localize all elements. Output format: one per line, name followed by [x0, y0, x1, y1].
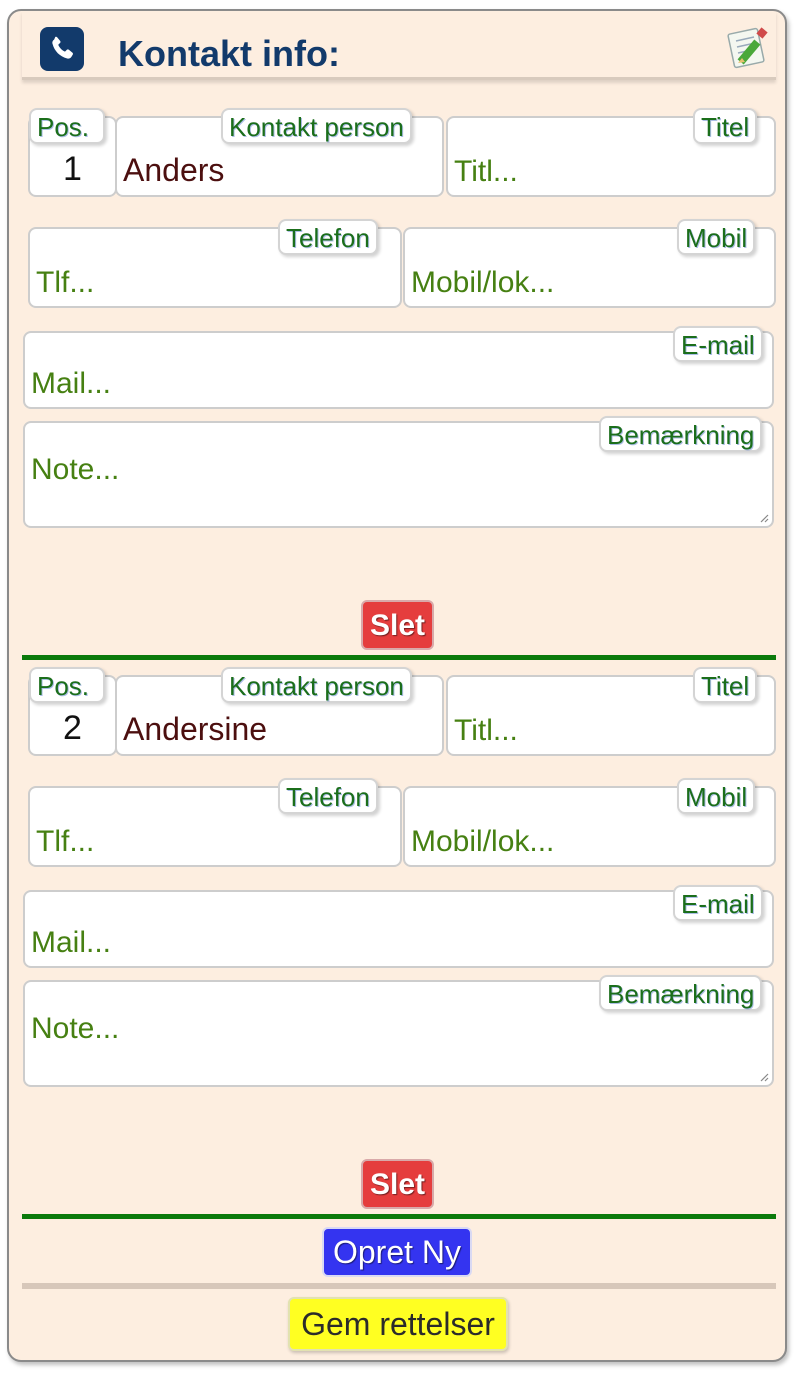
mobile-label: Mobil	[677, 778, 756, 814]
create-new-button[interactable]: Opret Ny	[322, 1227, 472, 1277]
note-placeholder: Note...	[31, 1012, 120, 1045]
phone-placeholder: Tlf...	[36, 825, 95, 858]
note-label: Bemærkning	[599, 975, 763, 1011]
mobile-placeholder: Mobil/lok...	[411, 266, 555, 299]
pos-value: 1	[63, 150, 82, 188]
pos-label: Pos.	[29, 667, 105, 703]
phone-icon	[40, 27, 84, 71]
email-label: E-mail	[673, 326, 763, 362]
delete-button[interactable]: Slet	[361, 600, 435, 650]
entry-divider	[22, 655, 776, 660]
email-input[interactable]: Mail...	[23, 890, 774, 968]
save-changes-button[interactable]: Gem rettelser	[288, 1297, 508, 1351]
email-input[interactable]: Mail...	[23, 331, 774, 409]
note-label: Bemærkning	[599, 416, 763, 452]
pos-value: 2	[63, 709, 82, 747]
action-divider	[22, 1283, 776, 1289]
mobile-placeholder: Mobil/lok...	[411, 825, 555, 858]
title-placeholder: Titl...	[454, 155, 518, 188]
contact-person-label: Kontakt person	[221, 667, 412, 703]
note-placeholder: Note...	[31, 453, 120, 486]
title-label: Titel	[693, 667, 758, 703]
phone-label: Telefon	[278, 219, 378, 255]
email-label: E-mail	[673, 885, 763, 921]
email-placeholder: Mail...	[31, 926, 112, 959]
title-placeholder: Titl...	[454, 714, 518, 747]
mobile-label: Mobil	[677, 219, 756, 255]
panel-header: Kontakt info:	[22, 11, 776, 80]
contact-person-label: Kontakt person	[221, 108, 412, 144]
contact-info-panel: Kontakt info: 1 Pos. Anders Kontakt pers…	[7, 9, 787, 1362]
contact-person-value: Anders	[123, 152, 225, 188]
resize-grip-icon[interactable]	[759, 1072, 769, 1082]
pos-label: Pos.	[29, 108, 105, 144]
title-label: Titel	[693, 108, 758, 144]
edit-pencil-icon[interactable]	[727, 25, 771, 69]
phone-placeholder: Tlf...	[36, 266, 95, 299]
resize-grip-icon[interactable]	[759, 513, 769, 523]
page-title: Kontakt info:	[118, 33, 340, 74]
contact-person-value: Andersine	[123, 711, 268, 747]
phone-label: Telefon	[278, 778, 378, 814]
entry-divider	[22, 1214, 776, 1219]
email-placeholder: Mail...	[31, 367, 112, 400]
delete-button[interactable]: Slet	[361, 1159, 435, 1209]
